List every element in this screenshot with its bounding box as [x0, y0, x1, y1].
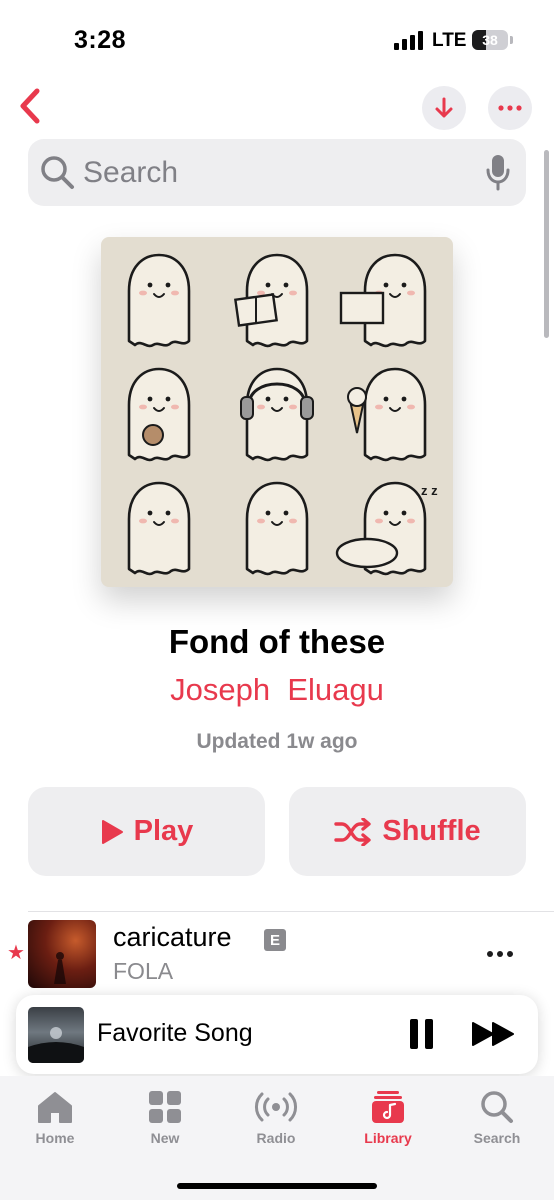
playlist-updated: Updated 1w ago — [196, 730, 358, 753]
search-bar[interactable] — [28, 139, 526, 206]
search-input[interactable] — [83, 139, 463, 206]
playlist-title: Fond of these — [168, 623, 386, 660]
chevron-left-icon — [20, 88, 40, 124]
status-bar: 3:28 LTE 38 — [0, 0, 554, 80]
back-button[interactable] — [10, 84, 50, 128]
skip-forward-button[interactable] — [470, 1017, 518, 1051]
tab-bar: Home New Radio Library Search — [0, 1076, 554, 1200]
library-icon — [372, 1091, 404, 1123]
now-playing-artwork — [28, 1007, 84, 1063]
now-playing-title: Favorite Song — [97, 1019, 253, 1047]
radio-icon — [255, 1092, 297, 1122]
microphone-icon[interactable] — [486, 153, 510, 191]
tab-search-label: Search — [473, 1130, 521, 1146]
pause-button[interactable] — [404, 1017, 438, 1051]
battery-icon: 38 — [472, 30, 508, 50]
shuffle-label: Shuffle — [382, 815, 481, 847]
now-playing-artwork-figure — [28, 1027, 84, 1063]
scroll-indicator[interactable] — [544, 150, 549, 338]
forward-icon — [472, 1022, 514, 1046]
ellipsis-icon — [498, 105, 522, 111]
song-artwork — [28, 920, 96, 988]
mini-player[interactable]: Favorite Song — [16, 995, 538, 1074]
cellular-signal-icon — [394, 30, 423, 50]
home-indicator[interactable] — [177, 1183, 377, 1189]
shuffle-icon — [334, 817, 372, 846]
search-icon — [41, 156, 74, 189]
shuffle-button[interactable]: Shuffle — [289, 787, 526, 876]
playlist-artwork: z z — [101, 237, 453, 587]
list-item[interactable]: ★ caricature E FOLA — [0, 912, 554, 992]
network-type: LTE — [432, 30, 467, 51]
svg-text:z z: z z — [421, 483, 438, 498]
tab-radio[interactable]: Radio — [226, 1090, 326, 1146]
more-options-button[interactable] — [488, 86, 532, 130]
tab-radio-label: Radio — [256, 1130, 296, 1146]
tab-new[interactable]: New — [115, 1090, 215, 1146]
download-button[interactable] — [422, 86, 466, 130]
tab-home-label: Home — [35, 1130, 75, 1146]
battery-percent: 38 — [482, 32, 498, 48]
tab-new-label: New — [150, 1130, 180, 1146]
song-title: caricature — [113, 922, 232, 952]
explicit-badge: E — [264, 929, 286, 951]
tab-search[interactable]: Search — [447, 1090, 547, 1146]
tab-library-label: Library — [364, 1130, 412, 1146]
home-icon — [38, 1092, 72, 1123]
song-more-button[interactable] — [478, 934, 522, 974]
play-label: Play — [133, 815, 194, 847]
battery-cap — [510, 36, 513, 44]
tab-home[interactable]: Home — [5, 1090, 105, 1146]
playlist-owner-link[interactable]: Joseph Eluagu — [0, 672, 554, 708]
song-artwork-figure — [54, 952, 66, 984]
play-icon — [101, 819, 123, 844]
ghost-illustration: z z — [127, 253, 438, 576]
song-artist: FOLA — [113, 958, 174, 984]
tab-library[interactable]: Library — [338, 1090, 438, 1146]
play-button[interactable]: Play — [28, 787, 265, 876]
status-time: 3:28 — [74, 26, 127, 54]
screen: 3:28 LTE 38 Search z z Fond of these Jos… — [0, 0, 554, 1200]
favorite-star-icon: ★ — [7, 942, 25, 964]
grid-icon — [149, 1091, 181, 1123]
arrow-down-icon — [435, 97, 453, 118]
search-icon — [481, 1091, 513, 1123]
